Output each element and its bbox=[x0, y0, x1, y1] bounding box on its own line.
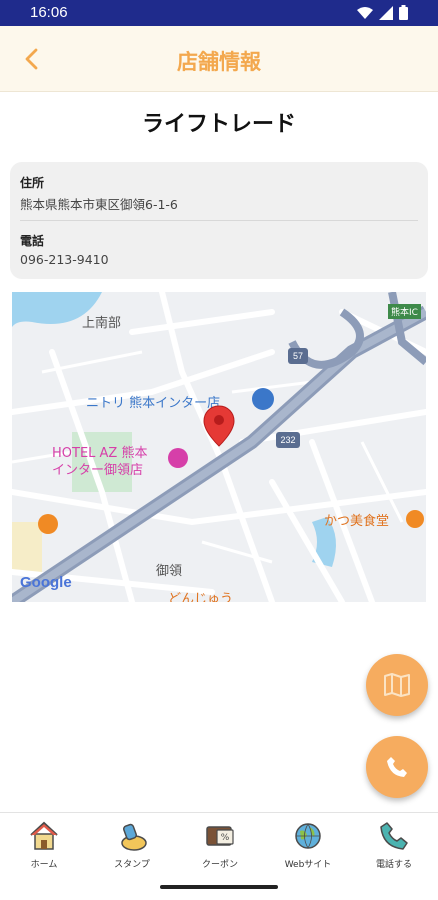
status-bar: 16:06 bbox=[0, 0, 438, 26]
page-title: 店舗情報 bbox=[177, 50, 261, 74]
map-icon bbox=[384, 673, 410, 697]
phone-icon bbox=[387, 757, 407, 777]
map-label-nitori[interactable]: ニトリ 熊本インター店 bbox=[86, 392, 220, 411]
stamp-icon bbox=[121, 823, 147, 851]
divider bbox=[20, 220, 418, 221]
globe-icon bbox=[295, 823, 321, 849]
svg-text:%: % bbox=[221, 833, 230, 843]
nav-item-coupon[interactable]: % クーポン bbox=[180, 819, 260, 875]
kumamoto-ic-label: 熊本IC bbox=[388, 304, 421, 319]
nav-label-home: ホーム bbox=[30, 860, 58, 870]
store-info-card: 住所 熊本県熊本市東区御領6-1-6 電話 096-213-9410 bbox=[10, 162, 428, 279]
battery-icon bbox=[399, 5, 408, 20]
home-indicator[interactable] bbox=[160, 885, 278, 889]
nav-item-stamp[interactable]: スタンプ bbox=[92, 819, 172, 875]
nav-label-coupon: クーポン bbox=[201, 860, 238, 870]
phone-icon bbox=[380, 822, 408, 850]
nav-item-home[interactable]: ホーム bbox=[4, 819, 84, 875]
route-232-shield: 232 bbox=[276, 432, 300, 448]
shopping-bag-icon bbox=[252, 388, 274, 410]
wifi-icon bbox=[357, 6, 373, 19]
address-label: 住所 bbox=[20, 176, 45, 190]
hotel-icon bbox=[168, 448, 188, 468]
coupon-icon: % bbox=[206, 826, 234, 846]
map-label-kaminanbe: 上南部 bbox=[82, 316, 122, 331]
phone-label: 電話 bbox=[20, 234, 45, 248]
open-map-button[interactable] bbox=[366, 654, 428, 716]
nav-label-stamp: スタンプ bbox=[114, 860, 150, 870]
map-label-katsumi[interactable]: かつ美食堂 bbox=[324, 510, 389, 529]
home-icon bbox=[30, 821, 58, 850]
phone-value[interactable]: 096-213-9410 bbox=[20, 252, 109, 267]
route-57-shield: 57 bbox=[288, 348, 308, 364]
map-label-hotel-2[interactable]: インター御領店 bbox=[52, 459, 143, 478]
call-button[interactable] bbox=[366, 736, 428, 798]
map-label-goryo: 御領 bbox=[156, 564, 183, 579]
nav-item-call[interactable]: 電話する bbox=[354, 819, 434, 875]
google-logo: Google bbox=[20, 574, 72, 591]
store-name: ライフトレード bbox=[141, 112, 296, 137]
app-header: 店舗情報 bbox=[0, 26, 438, 92]
nav-label-website: Webサイト bbox=[284, 860, 332, 870]
signal-icon bbox=[379, 5, 393, 20]
status-time: 16:06 bbox=[30, 4, 68, 21]
cafe-icon bbox=[38, 514, 58, 534]
location-pin-icon[interactable] bbox=[202, 404, 236, 448]
nav-item-website[interactable]: Webサイト bbox=[268, 819, 348, 875]
map-label-donjuu[interactable]: どんじゅう bbox=[168, 588, 233, 602]
address-value: 熊本県熊本市東区御領6-1-6 bbox=[20, 197, 178, 212]
store-map[interactable]: 57 232 熊本IC 上南部 ニトリ 熊本インター店 HOTEL AZ 熊本 … bbox=[12, 292, 426, 602]
nav-label-call: 電話する bbox=[375, 860, 412, 870]
status-icons bbox=[357, 5, 408, 20]
restaurant-icon bbox=[406, 510, 424, 528]
